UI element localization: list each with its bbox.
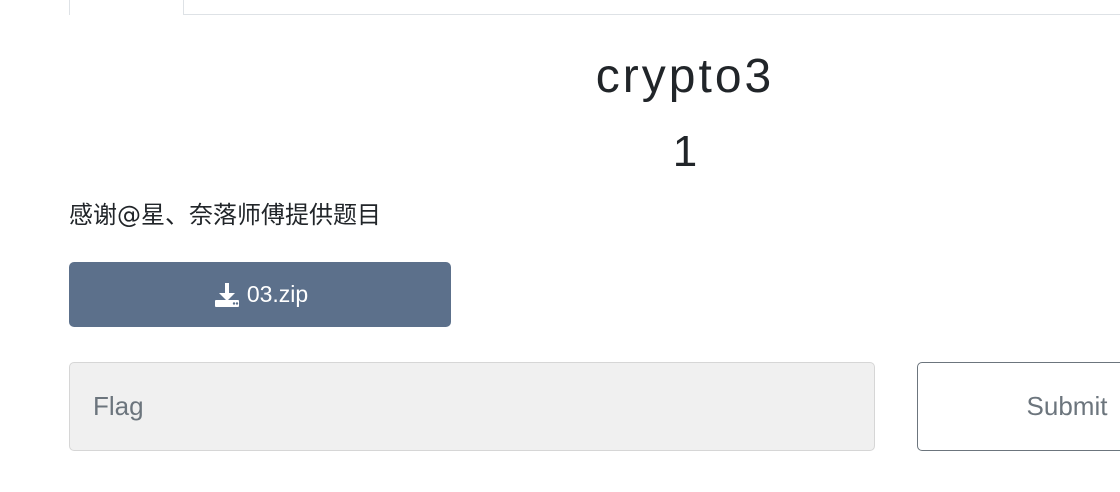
- download-file-button[interactable]: 03.zip: [69, 262, 451, 327]
- challenge-description: 感谢@星、奈落师傅提供题目: [69, 201, 381, 229]
- submit-button[interactable]: Submit: [917, 362, 1120, 451]
- challenge-name: crypto3: [595, 50, 775, 103]
- download-file-label: 03.zip: [246, 281, 309, 307]
- challenge-page: crypto3 1 感谢@星、奈落师傅提供题目 03.zip Submit: [0, 0, 1120, 492]
- tab-challenge[interactable]: [69, 0, 184, 15]
- challenge-value: 1: [672, 127, 698, 176]
- tab-strip: [69, 0, 1120, 15]
- download-icon: [212, 280, 242, 310]
- flag-input[interactable]: [69, 362, 875, 451]
